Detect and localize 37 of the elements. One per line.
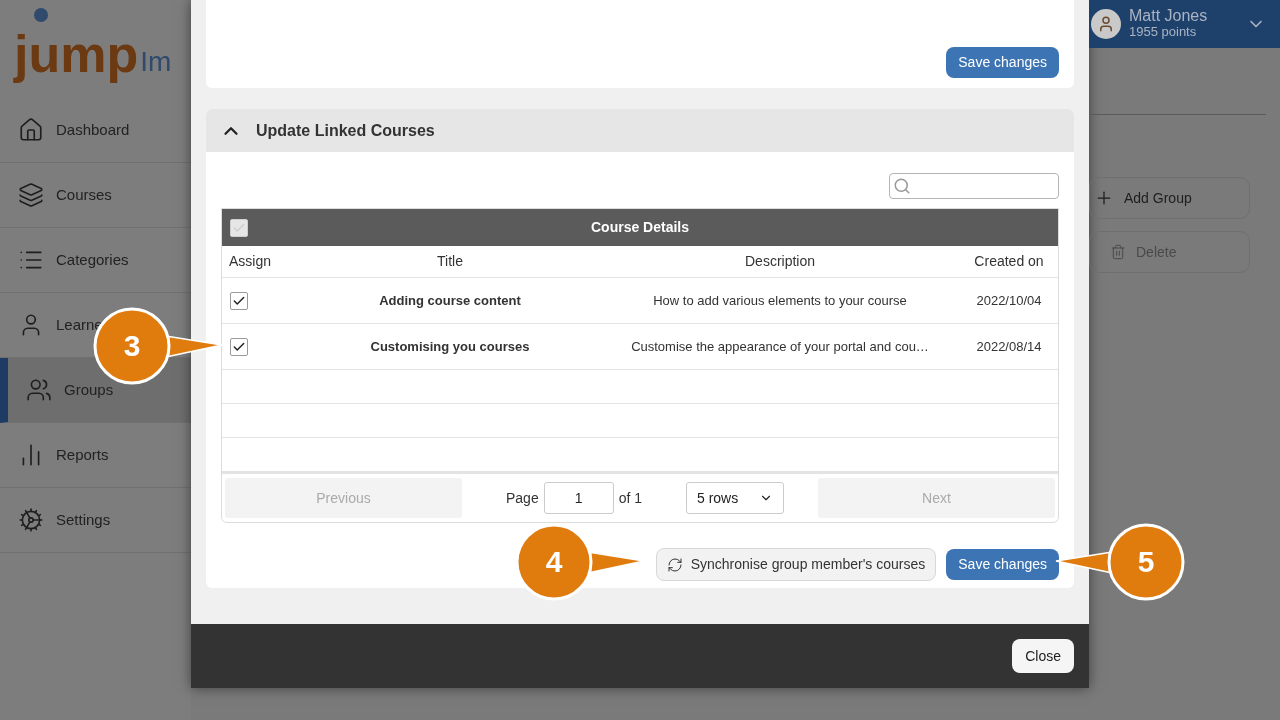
sync-button[interactable]: Synchronise group member's courses	[655, 548, 937, 581]
logo: jump Im	[14, 8, 172, 86]
search-icon	[893, 177, 911, 195]
table-cell-text: How to add various elements to your course	[652, 291, 908, 310]
column-header: Assign	[228, 252, 273, 271]
stack-icon	[18, 182, 44, 208]
refresh-icon	[666, 556, 683, 573]
user-name: Matt Jones	[1129, 8, 1209, 24]
search-field[interactable]	[889, 173, 1059, 199]
step-tooltip: 5	[1054, 522, 1186, 602]
settings-icon	[18, 507, 44, 533]
add-group-button[interactable]: Add Group	[1089, 177, 1250, 219]
table-cell-text: Adding course content	[378, 291, 522, 310]
trash-icon	[1110, 244, 1126, 260]
table-caption: Course Details	[589, 218, 690, 237]
table-cell-text: Customising you courses	[369, 337, 531, 356]
rows-select[interactable]: 5 rows	[686, 482, 784, 514]
save-button[interactable]: Save changes	[946, 549, 1059, 580]
column-header: Created on	[973, 252, 1045, 271]
close-button[interactable]: Close	[1012, 639, 1074, 673]
page-count: of 1	[618, 488, 643, 508]
user-points: 1955 points	[1129, 24, 1198, 40]
avatar	[1091, 9, 1121, 39]
page-label: Page	[505, 488, 539, 508]
save-button[interactable]: Save changes	[946, 47, 1059, 78]
column-header: Description	[744, 252, 816, 271]
column-header: Title	[436, 252, 464, 271]
house-icon	[18, 117, 44, 143]
table-cell-text: Customise the appearance of your portal and cou…	[630, 337, 930, 356]
table-cell-text: 2022/10/04	[975, 291, 1043, 310]
checkbox[interactable]	[230, 291, 248, 310]
page-input[interactable]: 1	[543, 482, 614, 514]
section-header[interactable]: Update Linked Courses	[206, 109, 1074, 152]
table-cell-text: 2022/08/14	[975, 337, 1043, 356]
people-icon	[26, 377, 52, 403]
checkbox[interactable]	[230, 337, 248, 356]
user-bar[interactable]: Matt Jones 1955 points	[1089, 0, 1280, 48]
